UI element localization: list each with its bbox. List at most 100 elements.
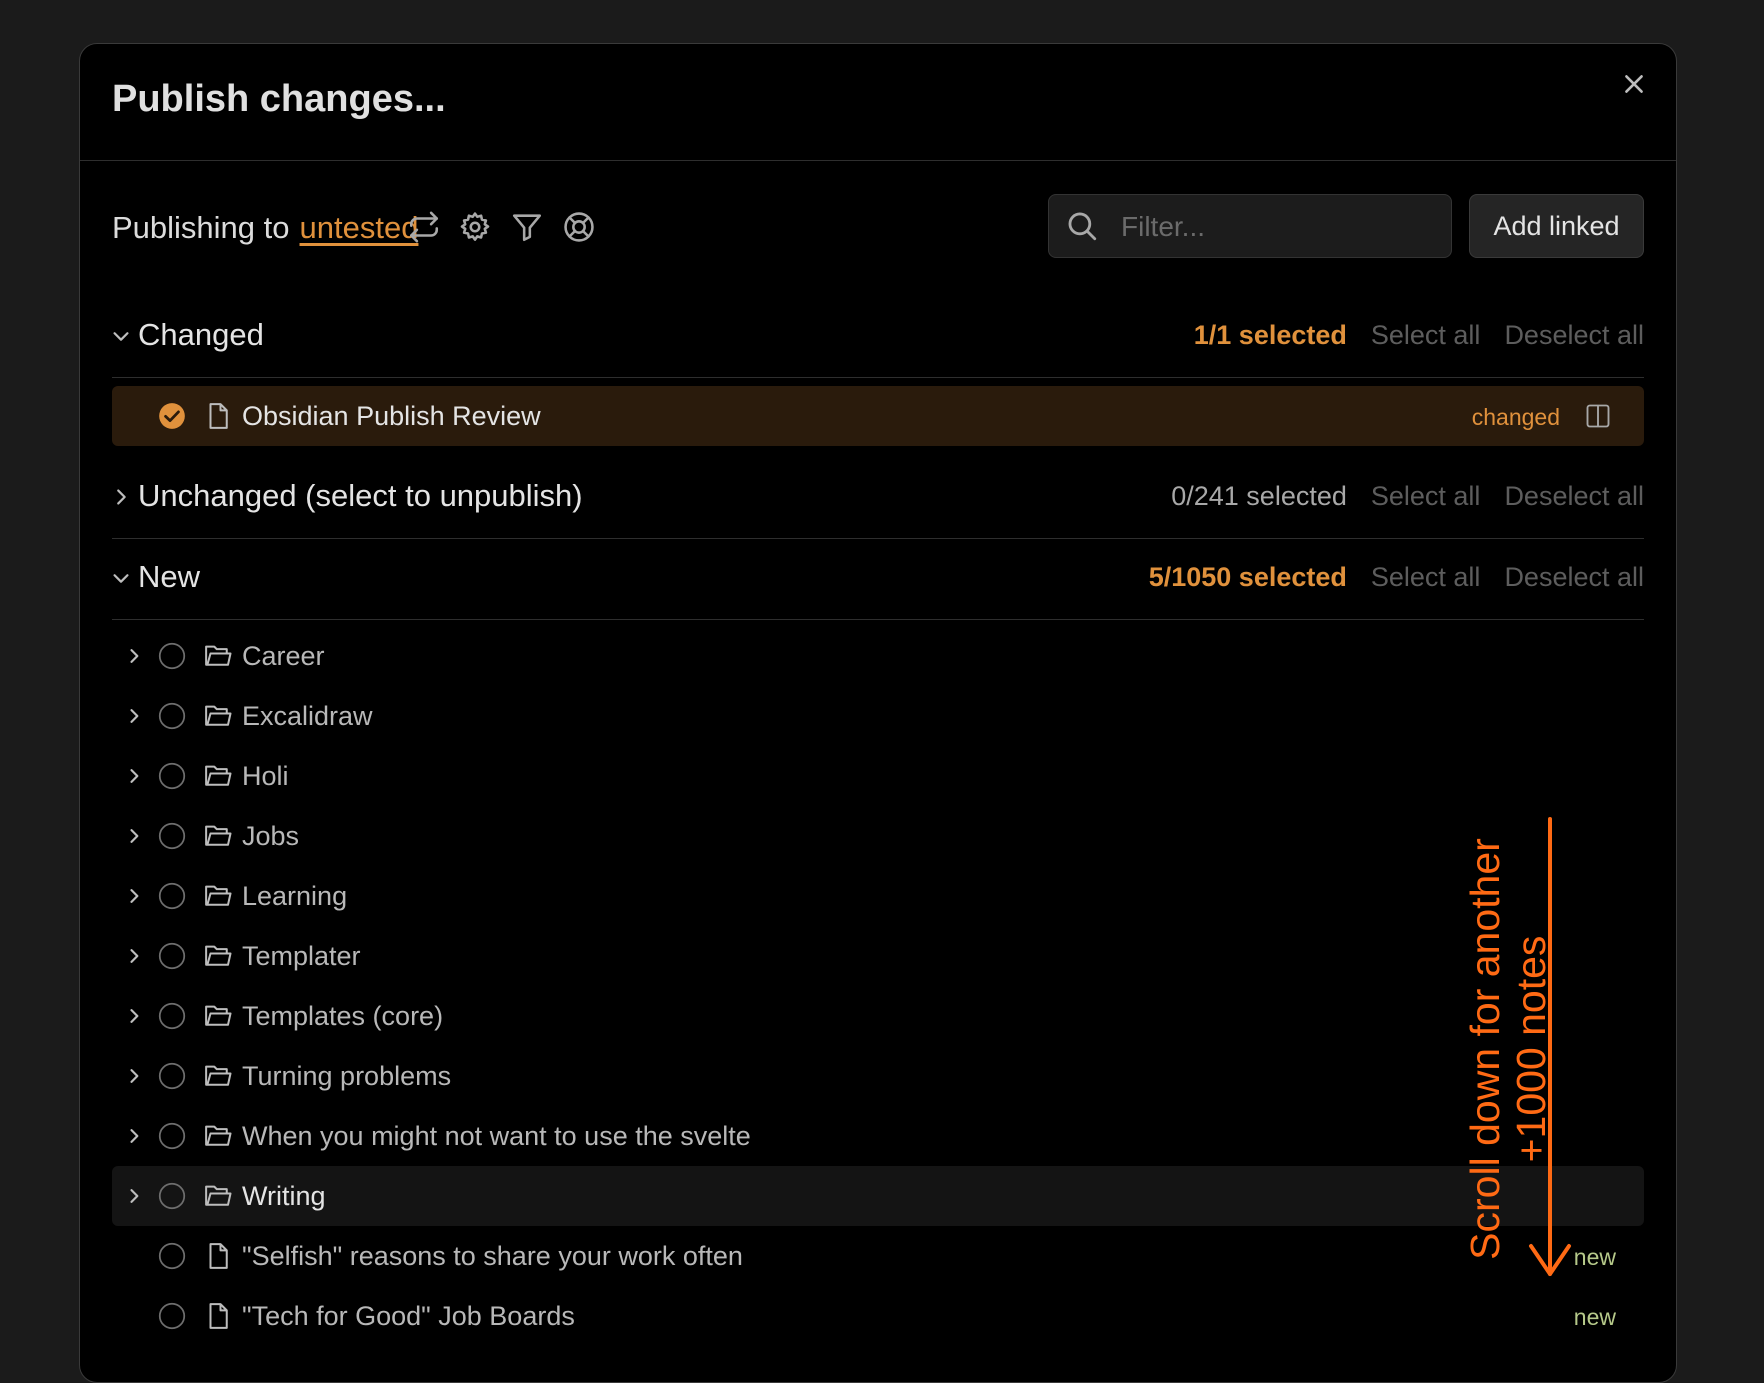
new-select-all[interactable]: Select all <box>1371 562 1481 593</box>
folder-icon <box>205 945 232 966</box>
arrow-down-icon <box>1529 817 1571 1276</box>
list-item-changed[interactable]: Obsidian Publish Review changed <box>112 386 1644 446</box>
unchecked-icon[interactable] <box>158 1062 186 1090</box>
file-icon <box>209 1303 228 1329</box>
folder-row[interactable]: When you might not want to use the svelt… <box>112 1106 1644 1166</box>
chevron-right-icon[interactable] <box>124 1066 144 1086</box>
changed-deselect-all[interactable]: Deselect all <box>1504 320 1644 351</box>
unchecked-icon[interactable] <box>158 942 186 970</box>
settings-button[interactable] <box>458 210 492 244</box>
new-selected-count: 5/1050 selected <box>1148 562 1347 592</box>
search-icon <box>1068 212 1097 241</box>
item-label: Obsidian Publish Review <box>242 401 541 431</box>
folder-row[interactable]: Writing <box>112 1166 1644 1226</box>
unchecked-icon[interactable] <box>158 1242 186 1270</box>
folder-label: Holi <box>242 761 289 791</box>
folder-icon <box>205 825 232 846</box>
gear-icon <box>460 212 490 241</box>
unchecked-icon[interactable] <box>158 1302 186 1330</box>
publishing-to-label: Publishing to untested <box>112 210 418 246</box>
chevron-down-icon[interactable] <box>110 325 132 347</box>
status-badge-new: new <box>1573 1304 1616 1330</box>
folder-label: Writing <box>242 1181 326 1211</box>
section-changed-meta: 1/1 selected Select all Deselect all <box>1194 320 1644 351</box>
unchecked-icon[interactable] <box>158 702 186 730</box>
annotation-line-1: Scroll down for another <box>1462 838 1508 1260</box>
folder-label: Turning problems <box>242 1061 452 1091</box>
filter-button[interactable] <box>510 210 544 244</box>
chevron-down-icon[interactable] <box>110 567 132 589</box>
unchecked-icon[interactable] <box>158 1122 186 1150</box>
publishing-to-text: Publishing to <box>112 210 290 245</box>
modal-header: Publish changes... <box>80 44 1676 161</box>
changed-select-all[interactable]: Select all <box>1371 320 1481 351</box>
unchanged-selected-count: 0/241 selected <box>1171 481 1347 511</box>
chevron-right-icon[interactable] <box>124 946 144 966</box>
new-deselect-all[interactable]: Deselect all <box>1504 562 1644 593</box>
scroll-annotation: Scroll down for another +1000 notes <box>1425 754 1575 1284</box>
help-button[interactable] <box>562 210 596 244</box>
close-button[interactable] <box>1614 64 1654 104</box>
folder-row[interactable]: Templates (core) <box>112 986 1644 1046</box>
chevron-right-icon[interactable] <box>124 706 144 726</box>
section-new-header[interactable]: New 5/1050 selected Select all Deselect … <box>112 539 1644 620</box>
file-label: "Tech for Good" Job Boards <box>242 1301 575 1331</box>
chevron-right-icon[interactable] <box>124 1006 144 1026</box>
section-unchanged-meta: 0/241 selected Select all Deselect all <box>1171 481 1644 512</box>
folder-row[interactable]: Career <box>112 626 1644 686</box>
help-lifebuoy-icon <box>564 212 594 242</box>
chevron-right-icon[interactable] <box>124 826 144 846</box>
folder-label: Jobs <box>242 821 300 851</box>
folder-icon <box>205 645 232 666</box>
folder-label: Templates (core) <box>242 1001 444 1031</box>
publish-modal: Publish changes... Publishing to untested <box>79 43 1677 1383</box>
checked-icon[interactable] <box>158 402 186 430</box>
folder-row[interactable]: Excalidraw <box>112 686 1644 746</box>
folder-label: Templater <box>242 941 361 971</box>
folder-icon <box>205 1125 232 1146</box>
filter-input[interactable] <box>1119 205 1433 249</box>
file-icon <box>209 1243 228 1269</box>
unchecked-icon[interactable] <box>158 1182 186 1210</box>
folder-row[interactable]: Learning <box>112 866 1644 926</box>
unchecked-icon[interactable] <box>158 1002 186 1030</box>
chevron-right-icon[interactable] <box>110 486 132 508</box>
section-unchanged-header[interactable]: Unchanged (select to unpublish) 0/241 se… <box>112 458 1644 539</box>
unchecked-icon[interactable] <box>158 882 186 910</box>
chevron-right-icon[interactable] <box>124 646 144 666</box>
folder-icon <box>205 1065 232 1086</box>
chevron-right-icon[interactable] <box>124 886 144 906</box>
unchanged-deselect-all[interactable]: Deselect all <box>1504 481 1644 512</box>
section-new-title: New <box>138 559 201 594</box>
add-linked-button[interactable]: Add linked <box>1469 194 1644 258</box>
folder-row[interactable]: Holi <box>112 746 1644 806</box>
unchanged-select-all[interactable]: Select all <box>1371 481 1481 512</box>
folder-icon <box>205 1185 232 1206</box>
chevron-right-icon[interactable] <box>124 1186 144 1206</box>
section-changed-header[interactable]: Changed 1/1 selected Select all Deselect… <box>112 297 1644 378</box>
section-new-meta: 5/1050 selected Select all Deselect all <box>1149 562 1644 593</box>
folder-row[interactable]: Turning problems <box>112 1046 1644 1106</box>
section-changed-title: Changed <box>138 317 264 352</box>
unchecked-icon[interactable] <box>158 822 186 850</box>
unchecked-icon[interactable] <box>158 642 186 670</box>
open-diff-split-icon[interactable] <box>1584 402 1612 430</box>
folder-label: Learning <box>242 881 348 911</box>
file-label: "Selfish" reasons to share your work oft… <box>242 1241 743 1271</box>
site-target-link[interactable]: untested <box>300 210 419 245</box>
chevron-right-icon[interactable] <box>124 766 144 786</box>
folder-label: Career <box>242 641 325 671</box>
sync-icon <box>409 211 439 243</box>
unchecked-icon[interactable] <box>158 762 186 790</box>
file-row[interactable]: "Selfish" reasons to share your work oft… <box>112 1226 1644 1286</box>
folder-icon <box>205 885 232 906</box>
changed-selected-count: 1/1 selected <box>1193 320 1347 350</box>
chevron-right-icon[interactable] <box>124 1126 144 1146</box>
file-row[interactable]: "Tech for Good" Job Boards new <box>112 1286 1644 1346</box>
folder-row[interactable]: Templater <box>112 926 1644 986</box>
folder-label: Excalidraw <box>242 701 373 731</box>
file-icon <box>209 403 228 429</box>
sync-button[interactable] <box>407 210 441 244</box>
filter-field[interactable] <box>1048 194 1452 258</box>
folder-row[interactable]: Jobs <box>112 806 1644 866</box>
